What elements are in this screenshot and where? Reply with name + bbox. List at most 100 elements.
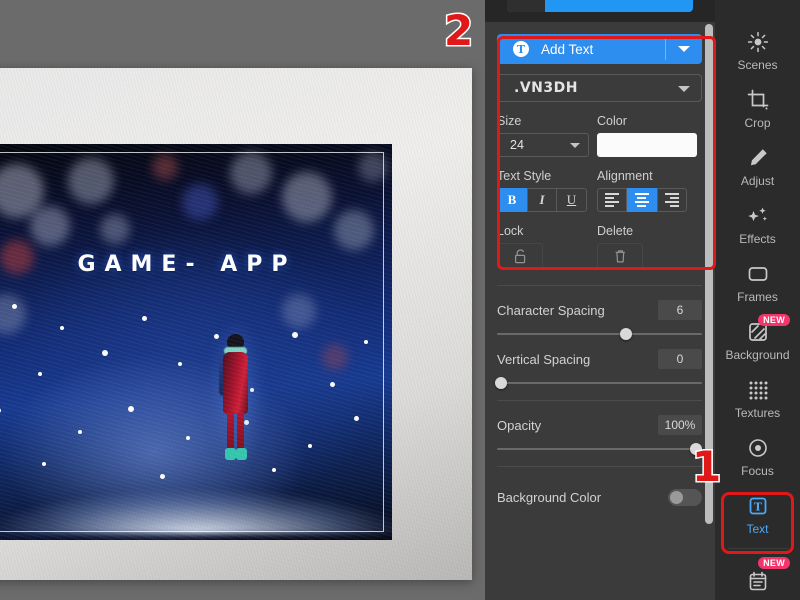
tool-label: Textures xyxy=(734,405,781,420)
snow-dot xyxy=(38,372,42,376)
vertical-spacing-slider[interactable] xyxy=(495,377,702,389)
align-center-button[interactable] xyxy=(627,188,657,212)
opacity-slider[interactable] xyxy=(497,443,702,455)
figure-leg xyxy=(227,412,234,452)
divider xyxy=(665,38,666,60)
bokeh-dot xyxy=(334,210,374,250)
new-badge: NEW xyxy=(758,557,790,569)
snow-dot xyxy=(330,382,335,387)
italic-button[interactable]: I xyxy=(527,188,557,212)
tool-label: Adjust xyxy=(740,173,775,188)
align-right-icon xyxy=(665,193,679,207)
photo-text-overlay[interactable]: GAME- APP xyxy=(0,252,392,277)
color-label: Color xyxy=(597,114,627,128)
right-toolbar: Scenes Crop Adjust Effects Frames NEW Ba… xyxy=(715,0,800,600)
color-group: Color xyxy=(597,114,702,157)
text-options-panel: T Add Text .VN3DH Size 24 Color Text Sty… xyxy=(485,0,715,600)
italic-glyph: I xyxy=(539,192,545,207)
slider-knob[interactable] xyxy=(495,377,508,389)
bold-button[interactable]: B xyxy=(497,188,527,212)
bokeh-dot xyxy=(182,184,218,220)
bokeh-dot xyxy=(152,154,178,180)
top-blue-bar-left-segment[interactable] xyxy=(507,0,545,12)
app-root: GAME- APP T Add Text .VN3DH Size 24 Colo… xyxy=(0,0,800,600)
figure-coat xyxy=(223,352,248,414)
vertical-spacing-header: Vertical Spacing 0 xyxy=(497,349,702,369)
tool-label: Crop xyxy=(744,115,771,130)
character-spacing-slider[interactable] xyxy=(497,328,702,340)
lock-button[interactable] xyxy=(497,243,543,269)
chevron-down-icon[interactable] xyxy=(678,86,690,92)
photo-image[interactable]: GAME- APP xyxy=(0,144,392,540)
tool-effects[interactable]: Effects xyxy=(715,196,800,254)
panel-scroll-content: T Add Text .VN3DH Size 24 Color Text Sty… xyxy=(485,22,715,600)
align-right-button[interactable] xyxy=(657,188,687,212)
font-size-value: 24 xyxy=(510,138,524,152)
sun-scenes-icon xyxy=(747,31,769,53)
photo-frame[interactable]: GAME- APP xyxy=(0,68,472,580)
snow-dot xyxy=(128,406,134,412)
slider-knob[interactable] xyxy=(620,328,633,340)
tool-frames[interactable]: Frames xyxy=(715,254,800,312)
underline-button[interactable]: U xyxy=(557,188,587,212)
padlock-icon xyxy=(514,249,525,263)
background-color-label: Background Color xyxy=(497,490,602,505)
toggle-knob xyxy=(670,491,683,504)
tool-focus[interactable]: Focus xyxy=(715,428,800,486)
delete-button[interactable] xyxy=(597,243,643,269)
figure-leg xyxy=(237,412,244,452)
size-label: Size xyxy=(497,114,522,128)
character-spacing-label: Character Spacing xyxy=(497,302,605,318)
tool-calendar[interactable]: NEW xyxy=(715,549,800,600)
pencil-icon xyxy=(747,147,769,169)
tool-label: Effects xyxy=(739,231,776,246)
slider-knob[interactable] xyxy=(689,443,702,455)
tool-background[interactable]: NEW Background xyxy=(715,312,800,370)
tool-label: Focus xyxy=(741,463,774,478)
calendar-icon xyxy=(747,570,769,592)
opacity-header: Opacity 100% xyxy=(497,415,702,435)
font-size-select[interactable]: 24 xyxy=(497,133,589,157)
background-color-toggle[interactable] xyxy=(668,489,702,506)
alignment-group: Alignment xyxy=(597,169,702,212)
bokeh-dot xyxy=(230,152,272,194)
tool-textures[interactable]: Textures xyxy=(715,370,800,428)
chevron-down-icon[interactable] xyxy=(678,46,690,52)
text-color-swatch[interactable] xyxy=(597,133,697,157)
figure-boot xyxy=(236,448,247,460)
lock-delete-row: Lock Delete xyxy=(497,224,702,269)
bold-glyph: B xyxy=(507,192,517,207)
divider xyxy=(497,285,702,286)
font-family-select[interactable]: .VN3DH xyxy=(497,74,702,102)
chevron-down-icon[interactable] xyxy=(570,143,580,148)
tool-crop[interactable]: Crop xyxy=(715,80,800,138)
snow-dot xyxy=(78,430,82,434)
underline-glyph: U xyxy=(566,192,577,207)
tool-text[interactable]: T Text xyxy=(715,486,800,544)
tool-adjust[interactable]: Adjust xyxy=(715,138,800,196)
text-style-group: Text Style B I U xyxy=(497,169,597,212)
canvas-area[interactable]: GAME- APP xyxy=(0,0,490,600)
font-family-value: .VN3DH xyxy=(514,80,578,96)
bokeh-dot xyxy=(30,206,70,246)
bokeh-dot xyxy=(68,158,114,204)
panel-scrollbar[interactable] xyxy=(705,24,713,524)
snow-dot xyxy=(292,332,298,338)
align-left-button[interactable] xyxy=(597,188,627,212)
alignment-label: Alignment xyxy=(597,169,653,183)
text-box-icon: T xyxy=(747,495,769,517)
alignment-buttons xyxy=(597,188,702,212)
trash-icon xyxy=(615,249,625,262)
snow-dot xyxy=(102,350,108,356)
snow-dot xyxy=(142,316,147,321)
snow-dot xyxy=(60,326,64,330)
tool-scenes[interactable]: Scenes xyxy=(715,22,800,80)
bokeh-dot xyxy=(358,152,388,182)
lock-group: Lock xyxy=(497,224,597,269)
add-text-button[interactable]: T Add Text xyxy=(497,34,702,64)
character-spacing-control: Character Spacing 6 xyxy=(497,300,702,340)
person-figure xyxy=(208,326,264,476)
bokeh-dot xyxy=(100,214,130,244)
snow-dot xyxy=(186,436,190,440)
background-color-row: Background Color xyxy=(497,489,702,506)
